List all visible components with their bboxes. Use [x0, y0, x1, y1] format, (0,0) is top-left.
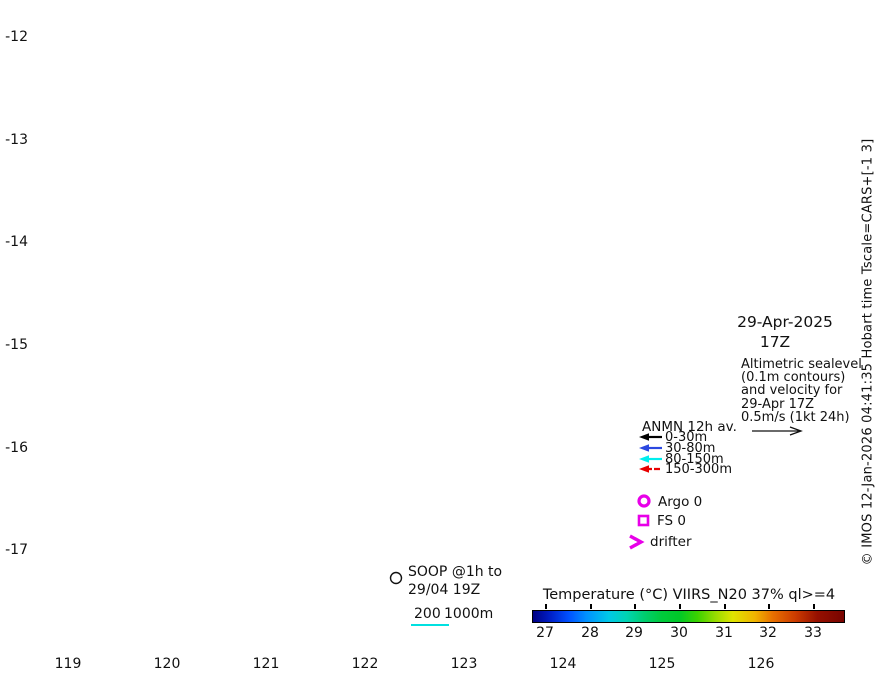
colorbar-tick-label: 31	[715, 625, 733, 641]
y-tick-label: -13	[5, 132, 28, 148]
y-tick-label: -15	[5, 337, 28, 353]
date-label: 29-Apr-2025	[710, 313, 860, 331]
argo-label: Argo 0	[658, 494, 702, 510]
credit-text: © IMOS 12-Jan-2026 04:41:35 Hobart time …	[861, 139, 876, 566]
soop-label: SOOP @1h to 29/04 19Z	[408, 563, 502, 599]
anmn-arrow-icon-80-150m	[639, 454, 663, 464]
bathy-contour-line	[411, 624, 449, 626]
y-tick-label: -12	[5, 29, 28, 45]
soop-marker-icon	[388, 570, 404, 586]
argo-marker-icon	[636, 493, 654, 511]
anmn-depth-label: 150-300m	[665, 462, 732, 477]
x-tick-label: 126	[748, 656, 775, 672]
ocean-current-map-page: 119 120 121 122 123 124 125 126 -12 -13 …	[0, 0, 880, 680]
bathy-1000-label: 1000m	[444, 606, 493, 622]
anmn-arrow-icon-150-300m	[639, 464, 663, 474]
y-tick-label: -17	[5, 542, 28, 558]
velocity-scale-arrow-icon	[752, 426, 804, 436]
x-tick-label: 119	[55, 656, 82, 672]
fs-label: FS 0	[657, 513, 686, 529]
colorbar-tick-label: 27	[536, 625, 554, 641]
x-tick-label: 125	[649, 656, 676, 672]
colorbar-tick	[545, 604, 547, 609]
y-tick-label: -14	[5, 234, 28, 250]
colorbar-gradient	[532, 610, 845, 623]
drifter-marker-icon	[628, 535, 644, 551]
bathy-200-label: 200	[414, 606, 441, 622]
x-tick-label: 123	[451, 656, 478, 672]
colorbar-tick	[813, 604, 815, 609]
colorbar-tick-label: 33	[804, 625, 822, 641]
time-label: 17Z	[710, 333, 840, 351]
drifter-label: drifter	[650, 534, 692, 550]
x-tick-label: 121	[253, 656, 280, 672]
colorbar-tick	[724, 604, 726, 609]
colorbar-tick	[679, 604, 681, 609]
colorbar-tick	[590, 604, 592, 609]
colorbar-tick-label: 28	[581, 625, 599, 641]
x-tick-label: 124	[550, 656, 577, 672]
annotation-text: Altimetric sealevel (0.1m contours) and …	[741, 358, 862, 424]
colorbar-title: Temperature (°C) VIIRS_N20 37% ql>=4	[532, 587, 846, 603]
y-tick-label: -16	[5, 440, 28, 456]
anmn-arrow-icon-0-30m	[639, 432, 663, 442]
colorbar-tick-label: 30	[670, 625, 688, 641]
x-tick-label: 122	[352, 656, 379, 672]
anmn-arrow-icon-30-80m	[639, 443, 663, 453]
colorbar-tick	[768, 604, 770, 609]
x-tick-label: 120	[154, 656, 181, 672]
colorbar-tick-label: 29	[625, 625, 643, 641]
fs-marker-icon	[637, 514, 653, 530]
colorbar-tick-label: 32	[759, 625, 777, 641]
colorbar-tick	[634, 604, 636, 609]
